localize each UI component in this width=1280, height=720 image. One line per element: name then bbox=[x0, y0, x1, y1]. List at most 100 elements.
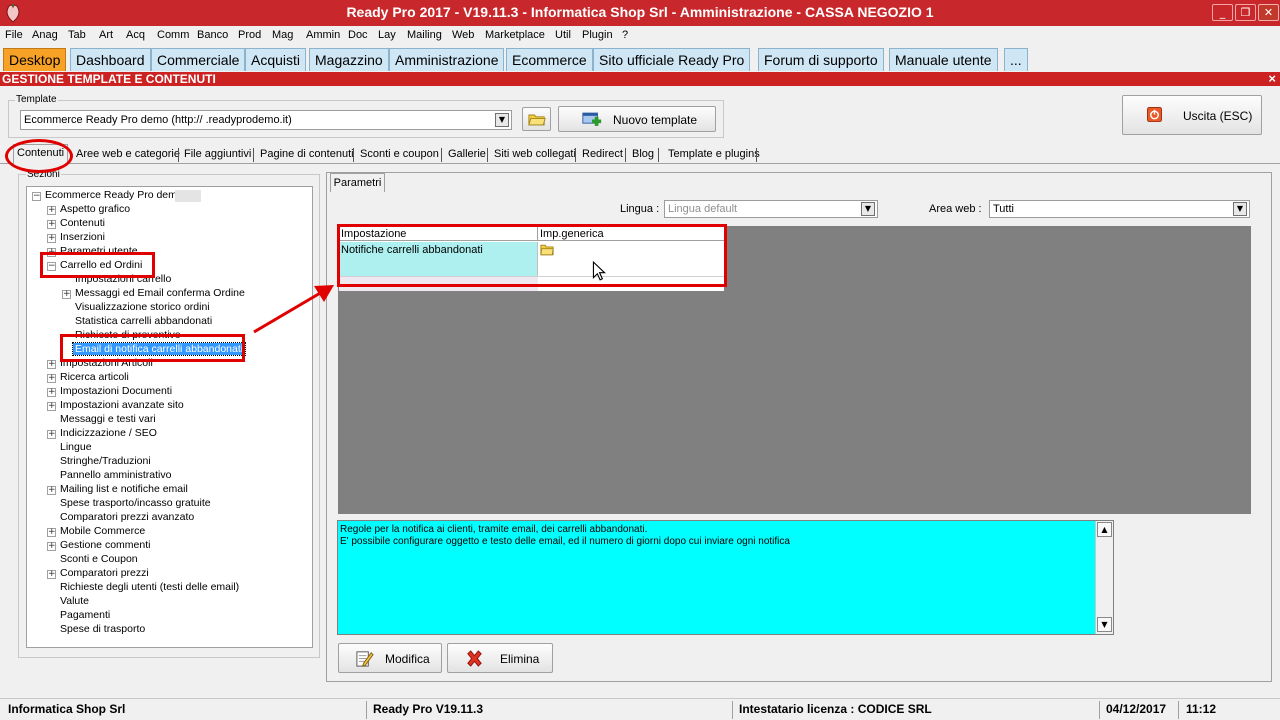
menu-tab[interactable]: Tab bbox=[68, 29, 86, 41]
expand-icon[interactable]: + bbox=[62, 290, 71, 299]
lingua-select[interactable]: Lingua default ▼ bbox=[664, 200, 878, 218]
modify-button[interactable]: Modifica bbox=[338, 643, 442, 673]
tab-sconti-coupon[interactable]: Sconti e coupon bbox=[357, 146, 442, 164]
menu-anag[interactable]: Anag bbox=[32, 29, 58, 41]
menu-mailing[interactable]: Mailing bbox=[407, 29, 442, 41]
tree-item[interactable]: Indicizzazione / SEO bbox=[60, 427, 157, 439]
expand-icon[interactable]: + bbox=[47, 402, 56, 411]
delete-button[interactable]: Elimina bbox=[447, 643, 553, 673]
scroll-down-icon[interactable]: ▼ bbox=[1097, 617, 1112, 632]
menu-marketplace[interactable]: Marketplace bbox=[485, 29, 545, 41]
menu-acq[interactable]: Acq bbox=[126, 29, 145, 41]
tab-manuale[interactable]: Manuale utente bbox=[889, 48, 998, 71]
collapse-icon[interactable]: − bbox=[32, 192, 41, 201]
tree-item[interactable]: Lingue bbox=[60, 441, 92, 453]
tree-item[interactable]: Impostazioni Documenti bbox=[60, 385, 172, 397]
tab-siti-web[interactable]: Siti web collegati bbox=[491, 146, 579, 164]
tree-item[interactable]: Mailing list e notifiche email bbox=[60, 483, 188, 495]
expand-icon[interactable]: + bbox=[47, 388, 56, 397]
menu-prod[interactable]: Prod bbox=[238, 29, 261, 41]
chevron-down-icon[interactable]: ▼ bbox=[495, 113, 509, 127]
tree-item[interactable]: Aspetto grafico bbox=[60, 203, 130, 215]
new-template-label: Nuovo template bbox=[613, 113, 698, 127]
tab-blog[interactable]: Blog bbox=[629, 146, 657, 164]
menu-ammin[interactable]: Ammin bbox=[306, 29, 340, 41]
tree-item[interactable]: Messaggi e testi vari bbox=[60, 413, 156, 425]
close-section-icon[interactable]: × bbox=[1268, 71, 1276, 86]
tab-template-plugins[interactable]: Template e plugins bbox=[665, 146, 763, 164]
close-window-button[interactable]: ✕ bbox=[1258, 4, 1279, 21]
open-folder-button[interactable] bbox=[522, 107, 551, 131]
tab-aree-web[interactable]: Aree web e categorie bbox=[73, 146, 183, 164]
expand-icon[interactable]: + bbox=[47, 486, 56, 495]
expand-icon[interactable]: + bbox=[47, 374, 56, 383]
tree-item[interactable]: Comparatori prezzi bbox=[60, 567, 149, 579]
exit-label: Uscita (ESC) bbox=[1183, 109, 1253, 123]
scroll-up-icon[interactable]: ▲ bbox=[1097, 522, 1112, 537]
minimize-button[interactable]: _ bbox=[1212, 4, 1233, 21]
tab-redirect[interactable]: Redirect bbox=[579, 146, 626, 164]
template-select[interactable]: Ecommerce Ready Pro demo (http:// .ready… bbox=[20, 110, 512, 130]
menu-web[interactable]: Web bbox=[452, 29, 474, 41]
menu-file[interactable]: File bbox=[5, 29, 23, 41]
expand-icon[interactable]: + bbox=[47, 430, 56, 439]
menu-help[interactable]: ? bbox=[622, 29, 628, 41]
tree-item[interactable]: Stringhe/Traduzioni bbox=[60, 455, 151, 467]
tree-item[interactable]: Richieste degli utenti (testi delle emai… bbox=[60, 581, 239, 593]
expand-icon[interactable]: + bbox=[47, 570, 56, 579]
tree-item[interactable]: Pagamenti bbox=[60, 609, 110, 621]
expand-icon[interactable]: + bbox=[47, 360, 56, 369]
tree-item[interactable]: Messaggi ed Email conferma Ordine bbox=[75, 287, 245, 299]
expand-icon[interactable]: + bbox=[47, 234, 56, 243]
tab-acquisti[interactable]: Acquisti bbox=[245, 48, 307, 71]
tab-gallerie[interactable]: Gallerie bbox=[445, 146, 489, 164]
tree-item[interactable]: Visualizzazione storico ordini bbox=[75, 301, 210, 313]
expand-icon[interactable]: + bbox=[47, 542, 56, 551]
chevron-down-icon[interactable]: ▼ bbox=[861, 202, 875, 216]
menu-banco[interactable]: Banco bbox=[197, 29, 228, 41]
tree-root[interactable]: Ecommerce Ready Pro demo bbox=[45, 189, 183, 201]
tree-item[interactable]: Spese trasporto/incasso gratuite bbox=[60, 497, 211, 509]
menu-mag[interactable]: Mag bbox=[272, 29, 293, 41]
tree-item[interactable]: Comparatori prezzi avanzato bbox=[60, 511, 194, 523]
tab-forum[interactable]: Forum di supporto bbox=[758, 48, 884, 71]
new-template-button[interactable]: Nuovo template bbox=[558, 106, 716, 132]
tab-commerciale[interactable]: Commerciale bbox=[151, 48, 246, 71]
menu-doc[interactable]: Doc bbox=[348, 29, 368, 41]
description-box[interactable]: Regole per la notifica ai clienti, trami… bbox=[337, 520, 1114, 635]
tree-item[interactable]: Gestione commenti bbox=[60, 539, 150, 551]
menu-util[interactable]: Util bbox=[555, 29, 571, 41]
menu-lay[interactable]: Lay bbox=[378, 29, 396, 41]
tree-item[interactable]: Statistica carrelli abbandonati bbox=[75, 315, 212, 327]
chevron-down-icon[interactable]: ▼ bbox=[1233, 202, 1247, 216]
tree-item[interactable]: Impostazioni avanzate sito bbox=[60, 399, 184, 411]
tree-item[interactable]: Sconti e Coupon bbox=[60, 553, 138, 565]
exit-button[interactable]: Uscita (ESC) bbox=[1122, 95, 1262, 135]
tab-amministrazione[interactable]: Amministrazione bbox=[389, 48, 505, 71]
tab-sito-ufficiale[interactable]: Sito ufficiale Ready Pro bbox=[593, 48, 751, 71]
area-web-select[interactable]: Tutti ▼ bbox=[989, 200, 1250, 218]
menu-plugin[interactable]: Plugin bbox=[582, 29, 613, 41]
expand-icon[interactable]: + bbox=[47, 528, 56, 537]
tree-item[interactable]: Valute bbox=[60, 595, 89, 607]
tree-item[interactable]: Ricerca articoli bbox=[60, 371, 129, 383]
tree-item[interactable]: Mobile Commerce bbox=[60, 525, 145, 537]
tab-parametri[interactable]: Parametri bbox=[330, 173, 385, 192]
menu-art[interactable]: Art bbox=[99, 29, 113, 41]
tab-magazzino[interactable]: Magazzino bbox=[309, 48, 389, 71]
expand-icon[interactable]: + bbox=[47, 206, 56, 215]
menu-comm[interactable]: Comm bbox=[157, 29, 189, 41]
tab-pagine-contenuti[interactable]: Pagine di contenuti bbox=[257, 146, 357, 164]
description-scrollbar[interactable]: ▲ ▼ bbox=[1095, 521, 1113, 634]
tab-ecommerce[interactable]: Ecommerce bbox=[506, 48, 593, 71]
tab-more[interactable]: ... bbox=[1004, 48, 1028, 71]
tree-item[interactable]: Inserzioni bbox=[60, 231, 105, 243]
tree-item[interactable]: Spese di trasporto bbox=[60, 623, 145, 635]
tree-item[interactable]: Pannello amministrativo bbox=[60, 469, 171, 481]
tab-desktop[interactable]: Desktop bbox=[3, 48, 67, 71]
expand-icon[interactable]: + bbox=[47, 220, 56, 229]
maximize-button[interactable]: ❐ bbox=[1235, 4, 1256, 21]
tree-item[interactable]: Contenuti bbox=[60, 217, 105, 229]
tab-file-aggiuntivi[interactable]: File aggiuntivi bbox=[181, 146, 254, 164]
tab-dashboard[interactable]: Dashboard bbox=[70, 48, 151, 71]
